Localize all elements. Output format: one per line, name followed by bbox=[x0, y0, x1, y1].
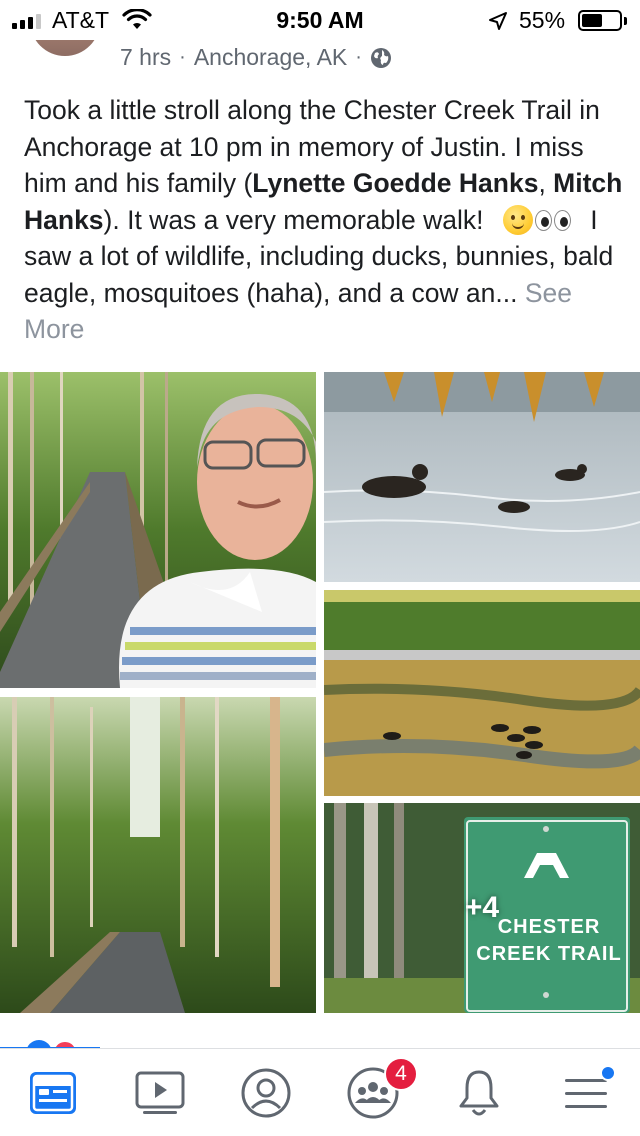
tag-comma: , bbox=[538, 168, 554, 198]
location-arrow-icon bbox=[489, 12, 507, 30]
tab-groups[interactable]: 4 bbox=[320, 1049, 426, 1136]
profile-icon bbox=[241, 1068, 291, 1118]
post-time[interactable]: 7 hrs bbox=[120, 44, 171, 71]
bottom-tab-bar: 4 bbox=[0, 1048, 640, 1136]
watch-icon bbox=[135, 1071, 185, 1114]
photo-selfie-trail[interactable] bbox=[0, 372, 316, 688]
photo-ducks-creek[interactable] bbox=[324, 590, 640, 796]
post-location[interactable]: Anchorage, AK bbox=[194, 44, 347, 71]
photo-ducks-water[interactable] bbox=[324, 372, 640, 582]
post-meta: 7 hrs · Anchorage, AK · bbox=[120, 44, 392, 71]
meta-separator: · bbox=[355, 46, 362, 68]
selfie-person bbox=[119, 393, 316, 688]
groups-notification-badge: 4 bbox=[384, 1057, 418, 1091]
tab-notifications[interactable] bbox=[426, 1049, 532, 1136]
battery-percent: 55% bbox=[519, 7, 566, 33]
tagged-user-lynette[interactable]: Lynette Goedde Hanks bbox=[252, 168, 538, 198]
globe-icon bbox=[370, 47, 391, 68]
post-text: Took a little stroll along the Chester C… bbox=[24, 92, 624, 348]
meta-separator: · bbox=[179, 46, 186, 68]
tab-news-feed[interactable] bbox=[0, 1049, 106, 1136]
more-photos-count[interactable]: +4 bbox=[324, 803, 640, 1013]
photo-forest-trail[interactable] bbox=[0, 697, 316, 1013]
tab-menu[interactable] bbox=[533, 1049, 639, 1136]
battery-icon bbox=[578, 10, 622, 31]
menu-notification-dot bbox=[600, 1065, 616, 1081]
tab-watch[interactable] bbox=[107, 1049, 213, 1136]
photo-trail-sign[interactable]: CHESTER CREEK TRAIL +4 bbox=[324, 803, 640, 1013]
status-bar: AT&T 9:50 AM 55% bbox=[0, 0, 640, 40]
news-feed-icon bbox=[30, 1072, 76, 1114]
smiley-emoji-icon bbox=[502, 204, 533, 235]
notifications-icon bbox=[459, 1070, 499, 1116]
battery-cap bbox=[624, 17, 627, 25]
eyes-emoji-icon bbox=[534, 208, 573, 232]
tab-profile[interactable] bbox=[213, 1049, 319, 1136]
post-text-part2: ). It was a very memorable walk! bbox=[103, 204, 491, 235]
